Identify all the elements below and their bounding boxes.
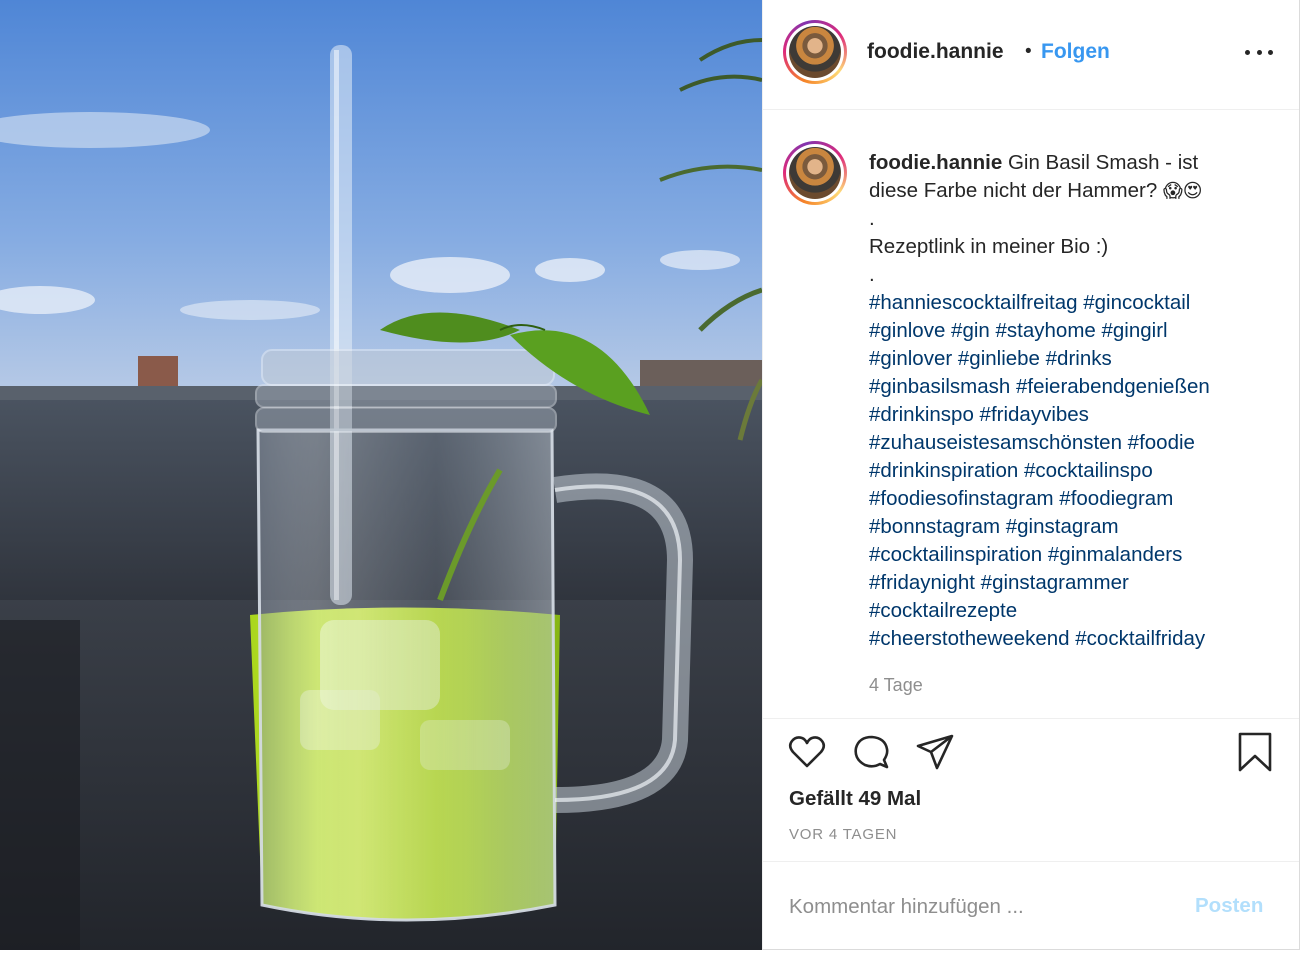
caption-text: foodie.hannie Gin Basil Smash - ist dies… xyxy=(869,149,1281,653)
comment-row: Posten xyxy=(763,862,1299,950)
post-photo[interactable] xyxy=(0,0,762,950)
hashtag-line[interactable]: #drinkinspiration #cocktailinspo xyxy=(869,457,1281,485)
bookmark-icon[interactable] xyxy=(1235,732,1275,772)
caption-dot-2: . xyxy=(869,263,875,286)
hashtag-line[interactable]: #bonnstagram #ginstagram xyxy=(869,513,1281,541)
caption-profile-photo xyxy=(789,147,841,199)
hashtag-line[interactable]: #drinkinspo #fridayvibes xyxy=(869,401,1281,429)
hashtag-list: #hanniescocktailfreitag #gincocktail #gi… xyxy=(869,289,1281,653)
hashtag-line[interactable]: #ginlove #gin #stayhome #gingirl xyxy=(869,317,1281,345)
hashtag-line[interactable]: #fridaynight #ginstagrammer xyxy=(869,569,1281,597)
comment-bubble-icon[interactable] xyxy=(851,732,891,772)
post-comment-button[interactable]: Posten xyxy=(1195,894,1263,918)
hashtag-line[interactable]: #ginlover #ginliebe #drinks xyxy=(869,345,1281,373)
likes-count[interactable]: Gefällt 49 Mal xyxy=(789,787,921,811)
avatar[interactable] xyxy=(783,20,847,84)
caption-section: foodie.hannie Gin Basil Smash - ist dies… xyxy=(763,111,1299,719)
caption-username[interactable]: foodie.hannie xyxy=(869,151,1002,174)
post-date: VOR 4 TAGEN xyxy=(789,826,898,843)
heart-icon[interactable] xyxy=(787,732,827,772)
caption-time: 4 Tage xyxy=(869,675,923,695)
post-header: foodie.hannie • Folgen xyxy=(763,0,1299,110)
action-bar: Gefällt 49 Mal VOR 4 TAGEN xyxy=(763,720,1299,862)
caption-line-1: Gin Basil Smash - ist xyxy=(1007,151,1199,174)
caption-emojis: 😱😍 xyxy=(1162,180,1203,202)
caption-avatar[interactable] xyxy=(783,141,847,205)
hashtag-line[interactable]: #foodiesofinstagram #foodiegram xyxy=(869,485,1281,513)
hashtag-line[interactable]: #ginbasilsmash #feierabendgenießen xyxy=(869,373,1281,401)
separator-dot: • xyxy=(1025,41,1032,62)
hashtag-line[interactable]: #cocktailinspiration #ginmalanders xyxy=(869,541,1281,569)
hashtag-line[interactable]: #hanniescocktailfreitag #gincocktail xyxy=(869,289,1281,317)
more-options-icon[interactable] xyxy=(1245,42,1273,62)
profile-photo xyxy=(789,26,841,78)
hashtag-line[interactable]: #zuhauseistesamschönsten #foodie xyxy=(869,429,1281,457)
caption-dot-1: . xyxy=(869,207,875,230)
follow-button[interactable]: Folgen xyxy=(1041,40,1110,64)
comment-input[interactable] xyxy=(789,892,1169,922)
caption-line-3: Rezeptlink in meiner Bio :) xyxy=(869,235,1109,258)
paper-plane-icon[interactable] xyxy=(915,732,955,772)
hashtag-line[interactable]: #cocktailrezepte xyxy=(869,597,1281,625)
post-detail-panel: foodie.hannie • Folgen foodie.hannie Gin… xyxy=(762,0,1300,950)
caption-line-2: diese Farbe nicht der Hammer? xyxy=(869,179,1158,202)
hashtag-line[interactable]: #cheerstotheweekend #cocktailfriday xyxy=(869,625,1281,653)
header-username[interactable]: foodie.hannie xyxy=(867,40,1004,64)
cocktail-photo-illustration xyxy=(0,0,762,950)
